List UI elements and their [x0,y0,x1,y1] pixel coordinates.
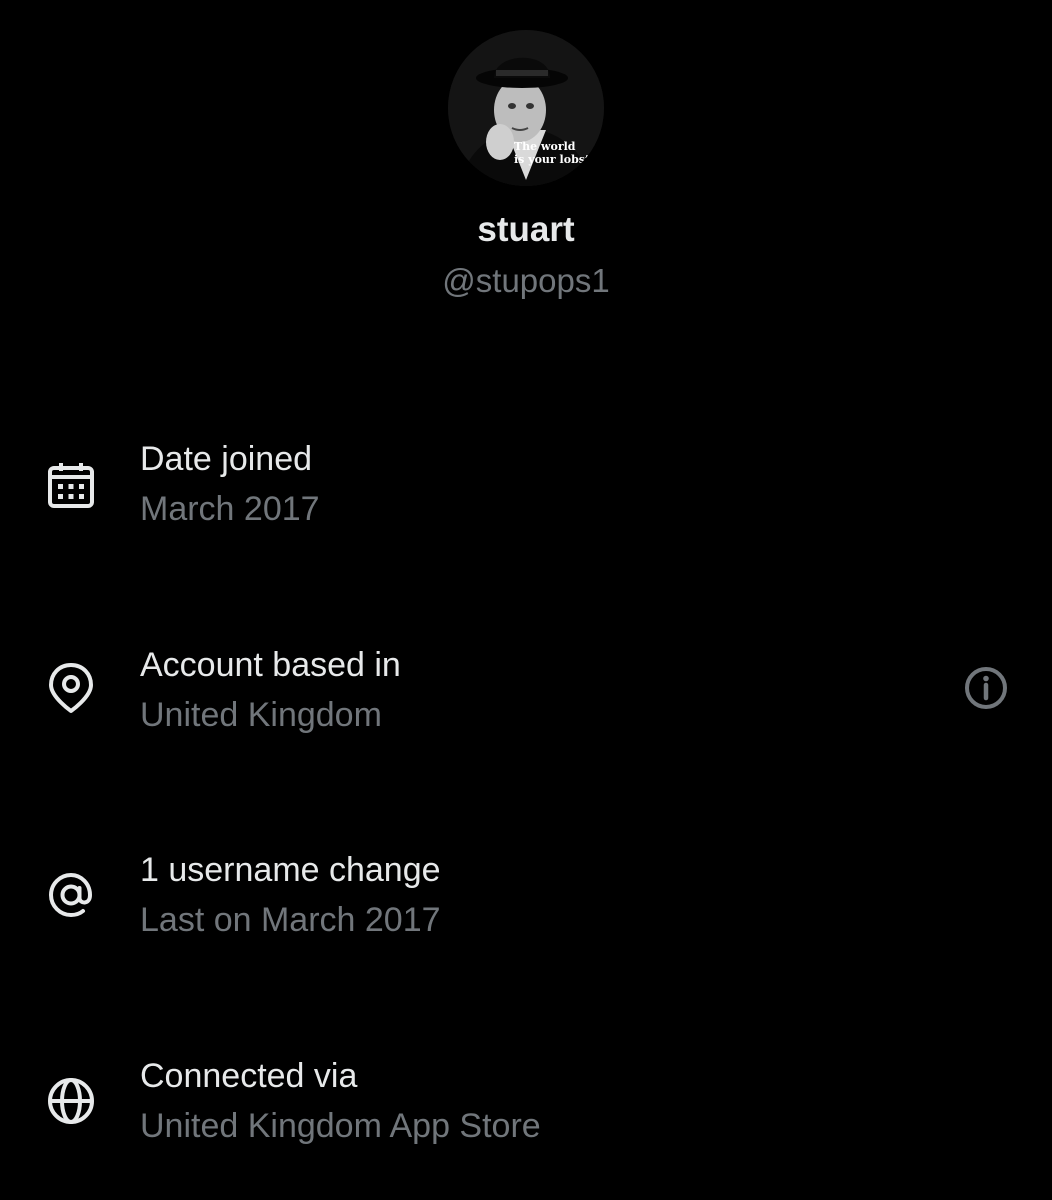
connected-via-title: Connected via [140,1057,358,1095]
account-based-in-title: Account based in [140,646,401,684]
username-change-row: 1 username change Last on March 2017 [0,848,1052,958]
username-change-title: 1 username change [140,851,441,889]
connected-via-row: Connected via United Kingdom App Store [0,1054,1052,1164]
profile-header: The world is your lobste stuart @stupops… [0,0,1052,330]
globe-icon [44,1074,98,1128]
display-name: stuart [477,210,575,249]
info-icon[interactable] [958,660,1014,716]
date-joined-value: March 2017 [140,490,320,528]
account-based-in-value: United Kingdom [140,696,382,734]
avatar-caption: The world is your lobste [514,140,598,166]
location-pin-icon [44,661,98,715]
connected-via-value: United Kingdom App Store [140,1107,541,1145]
date-joined-row: Date joined March 2017 [0,437,1052,547]
account-based-in-row: Account based in United Kingdom [0,643,1052,753]
at-sign-icon [44,868,98,922]
avatar[interactable]: The world is your lobste [448,30,604,186]
username-change-value: Last on March 2017 [140,901,441,939]
calendar-icon [44,459,98,513]
user-handle: @stupops1 [442,262,610,299]
date-joined-title: Date joined [140,440,313,478]
